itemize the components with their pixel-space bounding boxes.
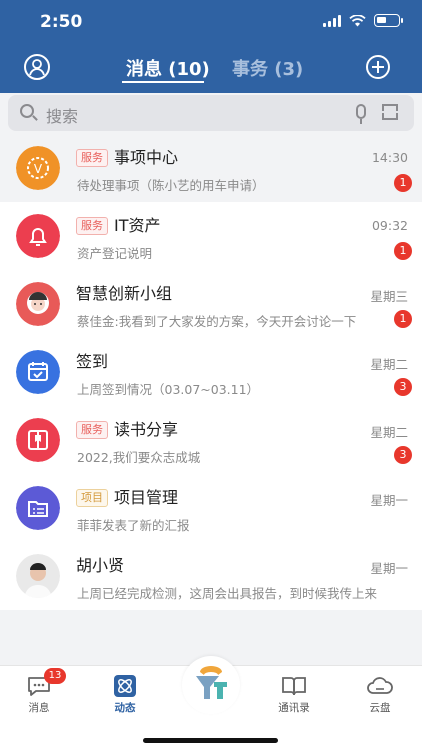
book-icon <box>16 418 60 462</box>
tab-bar-cloud[interactable]: 云盘 <box>345 674 415 715</box>
message-preview: 2022,我们要众志成城 <box>77 450 201 465</box>
message-time: 星期二 <box>370 357 408 372</box>
message-time: 09:32 <box>371 218 408 233</box>
tab-bar-messages-badge: 13 <box>44 668 66 684</box>
message-time: 14:30 <box>371 150 408 165</box>
service-tag: 服务 <box>76 149 108 167</box>
message-item-tasks-center[interactable]: V 服务 事项中心 待处理事项（陈小艺的用车申请） 14:30 1 <box>0 134 422 202</box>
message-title: IT资产 <box>114 216 161 235</box>
book-open-icon <box>282 677 306 696</box>
message-item-innovation-group[interactable]: 智慧创新小组 蔡佳金:我看到了大家发的方案，今天开会讨论一下 星期三 1 <box>0 270 422 338</box>
status-time: 2:50 <box>40 12 83 32</box>
user-avatar <box>16 554 60 598</box>
message-time: 星期一 <box>370 561 408 576</box>
service-tag: 服务 <box>76 217 108 235</box>
unread-badge: 3 <box>394 378 412 396</box>
message-title: 签到 <box>76 352 109 371</box>
unread-badge: 1 <box>394 310 412 328</box>
message-item-checkin[interactable]: 签到 上周签到情况（03.07~03.11） 星期二 3 <box>0 338 422 406</box>
active-tab-indicator <box>122 81 204 83</box>
calendar-icon <box>16 350 60 394</box>
message-time: 星期三 <box>370 289 408 304</box>
message-item-project-mgmt[interactable]: 项目 项目管理 菲菲发表了新的汇报 星期一 <box>0 474 422 542</box>
search-input[interactable]: 搜索 <box>8 95 414 131</box>
message-preview: 上周已经完成检测，这周会出具报告，到时候我传上来 <box>77 586 378 601</box>
message-title: 智慧创新小组 <box>76 284 173 303</box>
message-title: 读书分享 <box>114 420 179 439</box>
add-icon[interactable] <box>366 55 390 79</box>
tab-bar-contacts[interactable]: 通讯录 <box>259 674 329 715</box>
status-icons <box>323 14 403 27</box>
message-preview: 菲菲发表了新的汇报 <box>77 518 190 533</box>
app-logo-icon <box>196 666 227 699</box>
search-placeholder: 搜索 <box>46 107 79 126</box>
cloud-icon <box>367 677 393 694</box>
tab-bar-messages[interactable]: 13 消息 <box>4 668 74 715</box>
unread-badge: 1 <box>394 242 412 260</box>
tab-bar-contacts-label: 通讯录 <box>278 702 310 714</box>
orbit-icon <box>114 675 136 697</box>
message-item-it-assets[interactable]: 服务 IT资产 资产登记说明 09:32 1 <box>0 202 422 270</box>
message-title: 事项中心 <box>114 148 179 167</box>
wifi-icon <box>349 14 366 26</box>
battery-icon <box>374 14 403 27</box>
folder-icon <box>16 486 60 530</box>
status-bar: 2:50 <box>0 0 422 44</box>
message-time: 星期二 <box>370 425 408 440</box>
tab-bar-feed-label: 动态 <box>114 702 136 714</box>
message-preview: 待处理事项（陈小艺的用车申请） <box>77 178 265 193</box>
svg-text:V: V <box>34 162 43 176</box>
message-item-hu-xiaoxian[interactable]: 胡小贤 上周已经完成检测，这周会出具报告，到时候我传上来 星期一 <box>0 542 422 610</box>
message-preview: 上周签到情况（03.07~03.11） <box>77 382 260 397</box>
signal-icon <box>323 14 341 27</box>
scan-icon[interactable] <box>382 104 398 120</box>
tab-bar-feed[interactable]: 动态 <box>90 674 160 715</box>
home-indicator <box>143 738 278 743</box>
profile-icon[interactable] <box>24 54 50 80</box>
group-avatar <box>16 282 60 326</box>
message-time: 星期一 <box>370 493 408 508</box>
unread-badge: 1 <box>394 174 412 192</box>
search-icon <box>20 104 34 118</box>
bell-icon <box>16 214 60 258</box>
tab-messages[interactable]: 消息 (10) <box>126 55 210 81</box>
app-header: 2:50 消息 (10) 事务 (3) <box>0 0 422 93</box>
tab-bar-messages-label: 消息 <box>28 702 50 714</box>
project-tag: 项目 <box>76 489 108 507</box>
message-item-reading-share[interactable]: 服务 读书分享 2022,我们要众志成城 星期二 3 <box>0 406 422 474</box>
search-area: 搜索 <box>0 93 422 133</box>
microphone-icon[interactable] <box>356 104 366 124</box>
message-title: 项目管理 <box>114 488 179 507</box>
tasks-center-avatar: V <box>16 146 60 190</box>
message-preview: 蔡佳金:我看到了大家发的方案，今天开会讨论一下 <box>77 314 357 329</box>
unread-badge: 3 <box>394 446 412 464</box>
home-logo-button[interactable] <box>182 656 240 714</box>
message-title: 胡小贤 <box>76 556 125 575</box>
message-list: V 服务 事项中心 待处理事项（陈小艺的用车申请） 14:30 1 服务 IT资… <box>0 134 422 610</box>
nav-bar: 消息 (10) 事务 (3) <box>0 44 422 93</box>
tab-bar-cloud-label: 云盘 <box>369 702 391 714</box>
message-preview: 资产登记说明 <box>77 246 153 261</box>
tab-tasks[interactable]: 事务 (3) <box>232 55 303 81</box>
service-tag: 服务 <box>76 421 108 439</box>
